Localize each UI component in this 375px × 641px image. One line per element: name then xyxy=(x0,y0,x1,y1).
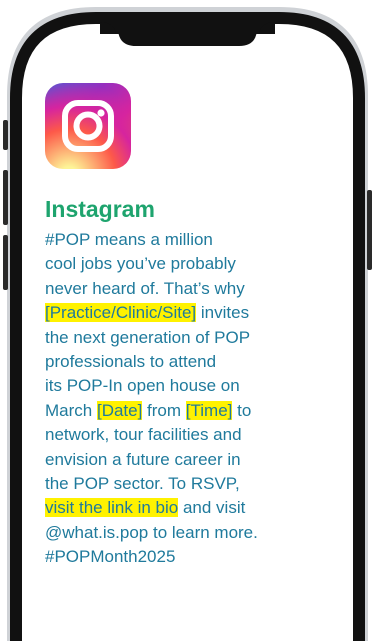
mute-switch xyxy=(3,120,8,150)
caption-text: professionals to attend xyxy=(45,352,217,372)
caption-line: @what.is.pop to learn more. xyxy=(45,521,345,545)
caption-text: from xyxy=(142,400,186,420)
caption-line: cool jobs you’ve probably xyxy=(45,252,345,276)
caption-line: network, tour facilities and xyxy=(45,423,345,447)
power-button xyxy=(367,190,372,270)
caption-text: never heard of. That’s why xyxy=(45,278,245,298)
caption-text: and visit xyxy=(178,498,246,518)
highlighted-placeholder: [Time] xyxy=(185,400,233,420)
caption-line: the next generation of POP xyxy=(45,326,345,350)
caption-line: #POPMonth2025 xyxy=(45,545,345,569)
caption-text: to xyxy=(232,400,252,420)
volume-up-button xyxy=(3,170,8,225)
instagram-icon xyxy=(45,83,131,169)
caption-line: visit the link in bio and visit xyxy=(45,496,345,520)
highlighted-placeholder: [Practice/Clinic/Site] xyxy=(45,303,197,323)
caption-line: the POP sector. To RSVP, xyxy=(45,472,345,496)
caption-text: the next generation of POP xyxy=(45,327,251,347)
caption-text: March xyxy=(45,400,97,420)
caption-text: @what.is.pop to learn more. xyxy=(45,522,258,542)
caption-text: the POP sector. To RSVP, xyxy=(45,474,240,494)
caption-text: #POPMonth2025 xyxy=(45,547,176,567)
app-title: Instagram xyxy=(45,196,155,222)
phone-mockup: Instagram #POP means a million cool jobs … xyxy=(0,0,375,641)
caption-line: March [Date] from [Time] to xyxy=(45,399,345,423)
caption-text: network, tour facilities and xyxy=(45,425,242,445)
volume-down-button xyxy=(3,235,8,290)
post-caption: #POP means a million cool jobs you’ve pro… xyxy=(45,228,345,570)
caption-text: #POP means a million xyxy=(45,230,213,249)
caption-text: its POP-In open house on xyxy=(45,376,240,396)
highlighted-placeholder: visit the link in bio xyxy=(45,498,179,518)
caption-text: invites xyxy=(196,303,250,323)
caption-text: cool jobs you’ve probably xyxy=(45,254,236,274)
caption-line: #POP means a million xyxy=(45,228,345,252)
caption-line: its POP-In open house on xyxy=(45,374,345,398)
caption-line: never heard of. That’s why xyxy=(45,277,345,301)
caption-line: [Practice/Clinic/Site] invites xyxy=(45,301,345,325)
highlighted-placeholder: [Date] xyxy=(96,400,143,420)
caption-line: professionals to attend xyxy=(45,350,345,374)
caption-text: envision a future career in xyxy=(45,449,241,469)
caption-line: envision a future career in xyxy=(45,448,345,472)
